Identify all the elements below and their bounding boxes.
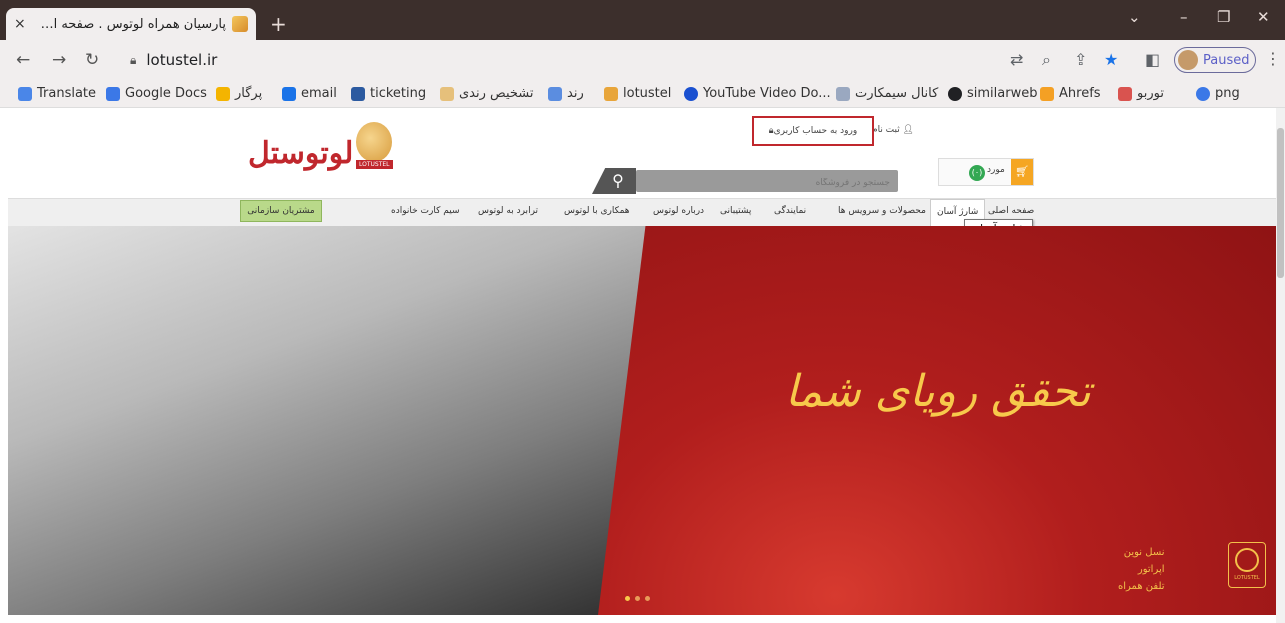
search-field[interactable] <box>636 170 898 194</box>
pargar-icon <box>216 86 230 101</box>
bookmark-ticketing[interactable]: ticketing <box>351 86 426 101</box>
tab-close-icon[interactable]: × <box>14 16 26 32</box>
simcard-channel-icon <box>836 86 850 101</box>
profile-status: Paused <box>1203 52 1250 68</box>
nav-about[interactable]: درباره لوتوس <box>653 206 704 216</box>
bookmark-pargar[interactable]: پرگار <box>216 86 262 101</box>
youtube-downloader-icon <box>684 86 698 101</box>
nav-family-sim[interactable]: سیم کارت خانواده <box>391 206 460 216</box>
org-customers-button[interactable]: مشتریان سازمانی <box>240 200 322 222</box>
bookmark-rond[interactable]: رند <box>548 86 584 101</box>
logo-text: لوتوستل <box>248 136 354 171</box>
search-icon: ⚲ <box>612 171 624 190</box>
slider-dots <box>625 596 650 601</box>
logo-globe-icon <box>356 122 392 162</box>
side-panel-icon[interactable]: ◧ <box>1145 50 1160 69</box>
tab-strip: پارسیان همراه لوتوس . صفحه اصلی × + ⌄ – … <box>0 0 1285 40</box>
bookmark-ahrefs[interactable]: Ahrefs <box>1040 86 1101 101</box>
ticketing-icon <box>351 86 365 101</box>
turbo-icon <box>1118 86 1132 101</box>
bookmark-similarweb[interactable]: similarweb <box>948 86 1037 101</box>
nav-products-services[interactable]: محصولات و سرویس ها <box>838 206 926 216</box>
hero-slogan: نسل نوین اپراتور تلفن همراه <box>1118 547 1165 592</box>
bookmark-png[interactable]: png <box>1196 86 1240 101</box>
hero-red-panel <box>598 226 1276 615</box>
minimize-button[interactable]: – <box>1180 8 1188 26</box>
hero-lotus-logo-icon: LOTUSTEL <box>1228 542 1266 588</box>
url-text[interactable]: lotustel.ir <box>146 51 217 69</box>
browser-tab[interactable]: پارسیان همراه لوتوس . صفحه اصلی × <box>6 8 256 40</box>
browser-toolbar: ← → ↻ 🔒︎ lotustel.ir ⇄ ⌕ ⇪ ★ ◧ Paused ⋮ <box>0 40 1285 80</box>
rondi-icon <box>440 86 454 101</box>
zoom-icon[interactable]: ⌕ <box>1042 50 1051 70</box>
email-icon <box>282 86 296 101</box>
bookmark-simcard-channel[interactable]: کانال سیمکارت <box>836 86 938 101</box>
rond-icon <box>548 86 562 101</box>
nav-home[interactable]: صفحه اصلی <box>988 206 1034 216</box>
cart-widget[interactable]: (۰) مورد 🛒︎ <box>938 158 1034 186</box>
bookmark-rondi[interactable]: تشخیص رندی <box>440 86 533 101</box>
cart-label: مورد <box>987 165 1005 175</box>
bookmark-turbo[interactable]: توربو <box>1118 86 1164 101</box>
docs-icon <box>106 86 120 101</box>
reload-icon[interactable]: ↻ <box>85 50 99 70</box>
nav-port-to-lotus[interactable]: ترابرد به لوتوس <box>478 206 538 216</box>
signup-link[interactable]: 👤︎ ثبت نام <box>872 125 914 135</box>
hero-slider[interactable]: تحقق رویای شما نسل نوین اپراتور تلفن همر… <box>8 226 1276 615</box>
close-window-button[interactable]: ✕ <box>1257 8 1270 26</box>
avatar <box>1178 50 1198 70</box>
ahrefs-icon <box>1040 86 1054 101</box>
hero-photo <box>8 226 648 615</box>
menu-kebab-icon[interactable]: ⋮ <box>1265 49 1281 68</box>
site-logo[interactable]: لوتوستل LOTUSTEL <box>248 122 398 182</box>
store-search: ⚲ <box>592 168 898 194</box>
slider-dot[interactable] <box>625 596 630 601</box>
bookmark-email[interactable]: email <box>282 86 337 101</box>
lock-icon[interactable]: 🔒︎ <box>130 53 136 68</box>
page-scrollbar[interactable] <box>1276 108 1285 623</box>
cart-count: (۰) <box>969 165 985 181</box>
forward-icon[interactable]: → <box>52 50 66 70</box>
translate-icon <box>18 86 32 101</box>
bookmark-lotustel[interactable]: lotustel <box>604 86 671 101</box>
png-icon <box>1196 86 1210 101</box>
similarweb-icon <box>948 86 962 101</box>
new-tab-button[interactable]: + <box>270 12 287 36</box>
bookmark-youtube-downloader[interactable]: YouTube Video Do... <box>684 86 831 101</box>
bookmark-star-icon[interactable]: ★ <box>1104 50 1118 69</box>
logo-subtext: LOTUSTEL <box>356 160 393 169</box>
search-input[interactable] <box>636 172 898 194</box>
hero-tagline: تحقق رویای شما <box>785 366 1091 417</box>
slider-dot[interactable] <box>635 596 640 601</box>
restore-button[interactable]: ❐ <box>1217 8 1230 26</box>
profile-button[interactable]: Paused <box>1174 47 1256 73</box>
slider-dot[interactable] <box>645 596 650 601</box>
nav-agency[interactable]: نمایندگی <box>774 206 806 216</box>
login-label: ورود به حساب کاربری <box>773 126 858 136</box>
lotustel-icon <box>604 86 618 101</box>
address-bar[interactable]: 🔒︎ lotustel.ir <box>120 45 1000 75</box>
nav-cooperation[interactable]: همکاری با لوتوس <box>564 206 630 216</box>
back-icon[interactable]: ← <box>16 50 30 70</box>
tab-title: پارسیان همراه لوتوس . صفحه اصلی <box>33 16 226 32</box>
tab-search-icon[interactable]: ⌄ <box>1128 8 1141 26</box>
cart-icon[interactable]: 🛒︎ <box>1011 159 1033 185</box>
site-favicon-icon <box>232 16 248 32</box>
scrollbar-thumb[interactable] <box>1277 128 1284 278</box>
nav-support[interactable]: پشتیبانی <box>720 206 751 216</box>
bookmark-translate[interactable]: Translate <box>18 86 96 101</box>
login-link[interactable]: 🔒︎ ورود به حساب کاربری <box>752 116 874 146</box>
translate-page-icon[interactable]: ⇄ <box>1010 50 1023 69</box>
search-button[interactable]: ⚲ <box>592 168 636 194</box>
bookmark-google-docs[interactable]: Google Docs <box>106 86 207 101</box>
share-icon[interactable]: ⇪ <box>1074 50 1087 69</box>
main-nav: صفحه اصلی شارژ آسان محصولات و سرویس ها ن… <box>8 198 1276 227</box>
bookmarks-bar: Translate Google Docs پرگار email ticket… <box>0 80 1285 108</box>
